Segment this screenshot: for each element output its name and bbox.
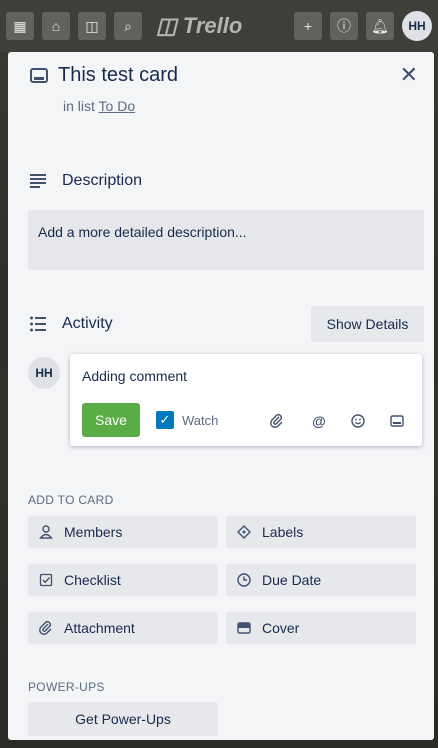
in-list-prefix: in list [63,98,95,114]
paperclip-icon [38,620,54,636]
due-date-button[interactable]: Due Date [226,564,416,596]
comment-editor[interactable]: Adding comment Save ✓ Watch @ [70,354,422,446]
home-icon[interactable]: ⌂ [42,12,70,40]
description-heading: Description [62,172,143,189]
labels-button[interactable]: Labels [226,516,416,548]
members-label: Members [64,524,123,540]
watch-checkbox[interactable]: ✓ [156,411,174,429]
tag-icon [236,524,252,540]
add-to-card-heading: ADD TO CARD [28,493,114,507]
apps-icon[interactable]: ▦ [6,12,34,40]
list-reference: in list To Do [63,98,135,114]
comment-avatar[interactable]: HH [28,357,60,389]
list-link[interactable]: To Do [99,98,136,114]
watch-toggle[interactable]: ✓ Watch [156,411,218,429]
trello-logo-icon: ◫ [156,13,177,38]
search-icon[interactable]: ⌕ [114,12,142,40]
trello-logo-text: Trello [182,13,243,38]
paperclip-icon[interactable] [268,412,286,430]
plus-icon[interactable]: + [294,12,322,40]
attachment-label: Attachment [64,620,135,636]
top-header: ▦ ⌂ ◫ ⌕ ◫ Trello + ⓘ 🔔︎ HH [0,0,438,52]
activity-heading-row: Activity [30,315,113,333]
watch-label: Watch [182,412,219,428]
trello-logo[interactable]: ◫ Trello [156,13,242,39]
activity-icon [30,316,46,332]
due-date-label: Due Date [262,572,322,588]
cover-label: Cover [262,620,300,636]
members-button[interactable]: Members [28,516,218,548]
save-button[interactable]: Save [82,403,140,437]
person-icon [38,524,54,540]
show-details-button[interactable]: Show Details [311,306,424,342]
card-attach-icon[interactable] [388,412,406,430]
description-input[interactable]: Add a more detailed description... [28,210,424,270]
close-icon[interactable]: ✕ [400,62,418,88]
emoji-icon[interactable] [349,412,367,430]
boards-icon[interactable]: ◫ [78,12,106,40]
cover-button[interactable]: Cover [226,612,416,644]
checklist-icon [38,572,54,588]
card-detail-modal: ✕ This test card in list To Do Descripti… [8,52,434,740]
get-powerups-button[interactable]: Get Power-Ups [28,702,218,736]
card-title-row: This test card [30,64,178,87]
bell-icon[interactable]: 🔔︎ [366,12,394,40]
mention-icon[interactable]: @ [310,412,328,430]
description-heading-row: Description [30,172,142,190]
user-avatar[interactable]: HH [402,11,432,41]
checklist-button[interactable]: Checklist [28,564,218,596]
card-icon [30,67,48,83]
checklist-label: Checklist [64,572,121,588]
description-icon [30,174,46,188]
clock-icon [236,572,252,588]
info-icon[interactable]: ⓘ [330,12,358,40]
powerups-heading: POWER-UPS [28,680,105,694]
card-title[interactable]: This test card [58,64,178,87]
labels-label: Labels [262,524,304,540]
activity-heading: Activity [62,315,113,332]
cover-icon [236,620,252,636]
comment-input[interactable]: Adding comment [82,368,187,384]
attachment-button[interactable]: Attachment [28,612,218,644]
